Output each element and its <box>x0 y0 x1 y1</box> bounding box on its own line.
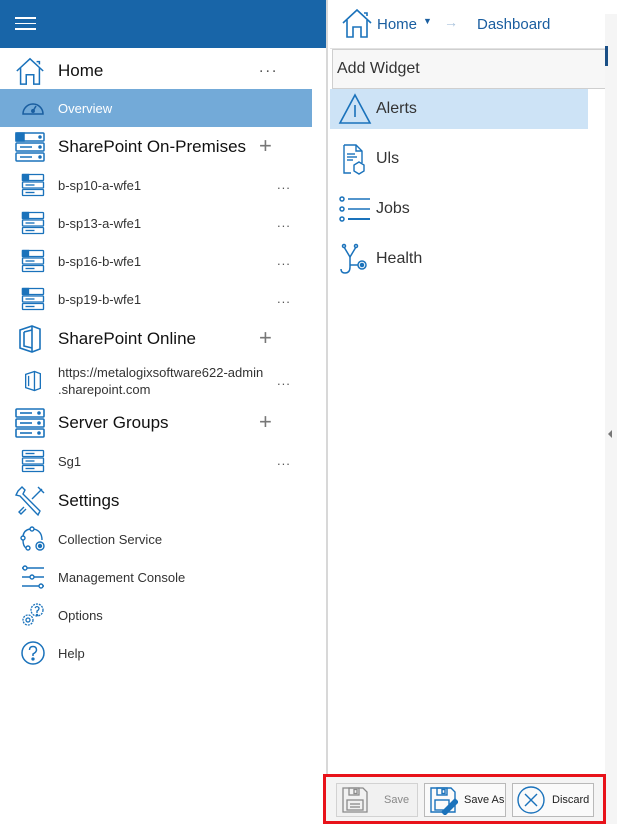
save-as-button[interactable]: Save As <box>424 783 506 817</box>
sidebar-item-settings[interactable]: Settings <box>0 482 312 520</box>
widget-item-alerts[interactable]: Alerts <box>330 89 588 129</box>
right-panel-strip <box>605 0 617 824</box>
home-icon <box>14 55 46 87</box>
more-options-button[interactable]: ... <box>277 373 291 388</box>
sidebar-item-label: Home <box>58 61 104 80</box>
sidebar-item-sharepoint-online-site[interactable]: https://metalogixsoftware622-admin .shar… <box>0 358 312 404</box>
more-options-button[interactable]: ... <box>259 59 278 77</box>
strip-top <box>605 0 617 14</box>
widget-item-label: Jobs <box>376 200 410 217</box>
office-door-icon <box>20 368 46 394</box>
more-options-button[interactable]: ... <box>277 177 291 192</box>
warning-icon <box>338 92 372 126</box>
sidebar-item-label: b-sp19-b-wfe1 <box>58 291 142 307</box>
widget-item-label: Alerts <box>376 100 417 117</box>
site-url-line-1: https://metalogixsoftware622-admin <box>58 365 264 380</box>
sidebar-item-label: SharePoint On-Premises <box>58 137 247 156</box>
sidebar-item-label: Overview <box>58 100 113 116</box>
sidebar-item-label: b-sp13-a-wfe1 <box>58 215 142 231</box>
more-options-button[interactable]: ... <box>277 215 291 230</box>
save-label: Save <box>384 794 410 806</box>
sidebar-header <box>0 0 326 48</box>
sidebar-item-help[interactable]: Help <box>0 634 312 672</box>
add-button[interactable]: + <box>259 411 272 433</box>
gears-icon <box>20 602 46 628</box>
widget-item-health[interactable]: Health <box>330 239 588 279</box>
sidebar-item-server[interactable]: b-sp13-a-wfe1 ... <box>0 204 312 242</box>
sharepoint-server-icon <box>20 286 46 312</box>
save-button[interactable]: Save <box>336 783 418 817</box>
sidebar-item-server-groups[interactable]: Server Groups + <box>0 404 312 442</box>
add-widget-header: Add Widget <box>332 49 606 89</box>
add-button[interactable]: + <box>259 327 272 349</box>
sidebar-item-label: Management Console <box>58 569 186 585</box>
help-icon <box>20 640 46 666</box>
sidebar-item-label: Sg1 <box>58 453 82 469</box>
more-options-button[interactable]: ... <box>277 253 291 268</box>
site-url-line-2: .sharepoint.com <box>58 382 151 397</box>
hamburger-icon[interactable] <box>15 17 36 31</box>
breadcrumb-home-link[interactable]: Home <box>377 16 417 33</box>
sharepoint-server-icon <box>20 172 46 198</box>
sidebar-item-home[interactable]: Home ... <box>0 52 312 90</box>
sidebar-item-overview[interactable]: Overview <box>0 89 312 127</box>
discard-button[interactable]: Discard <box>512 783 594 817</box>
sidebar-item-options[interactable]: Options <box>0 596 312 634</box>
arrow-right-icon: → <box>444 14 458 30</box>
close-circle-icon <box>517 786 545 814</box>
chevron-down-icon[interactable]: ▼ <box>423 16 432 26</box>
widget-item-label: Uls <box>376 150 400 167</box>
stethoscope-icon <box>338 242 372 276</box>
sidebar-item-collection-service[interactable]: Collection Service <box>0 520 312 558</box>
dashboard-gauge-icon <box>20 95 46 121</box>
list-icon <box>338 192 372 226</box>
sidebar: Home ... Overview SharePoint On-Premises… <box>0 0 328 824</box>
sidebar-item-label: SharePoint Online <box>58 329 196 348</box>
sidebar-item-label: b-sp16-b-wfe1 <box>58 253 142 269</box>
breadcrumb-dashboard-link[interactable]: Dashboard <box>477 16 550 33</box>
save-as-icon <box>430 787 458 815</box>
uls-log-icon <box>338 142 372 176</box>
tools-icon <box>14 485 46 517</box>
more-options-button[interactable]: ... <box>277 291 291 306</box>
breadcrumb: Home ▼ → Dashboard <box>330 0 617 48</box>
server-stack-icon <box>20 448 46 474</box>
sliders-icon <box>20 564 46 590</box>
sidebar-item-server[interactable]: b-sp16-b-wfe1 ... <box>0 242 312 280</box>
sidebar-item-server[interactable]: b-sp10-a-wfe1 ... <box>0 166 312 204</box>
sidebar-item-server-group[interactable]: Sg1 ... <box>0 442 312 480</box>
sidebar-item-server[interactable]: b-sp19-b-wfe1 ... <box>0 280 312 318</box>
collapse-arrow-icon[interactable] <box>608 430 612 438</box>
sharepoint-server-icon <box>20 248 46 274</box>
sidebar-item-label: https://metalogixsoftware622-admin .shar… <box>58 364 263 398</box>
save-as-label: Save As <box>464 794 505 806</box>
sidebar-item-label: Help <box>58 645 85 661</box>
more-options-button[interactable]: ... <box>277 453 291 468</box>
home-icon[interactable] <box>340 6 374 40</box>
sidebar-item-management-console[interactable]: Management Console <box>0 558 312 596</box>
sidebar-item-label: Collection Service <box>58 531 163 547</box>
office-door-icon <box>14 323 46 355</box>
main-panel: Home ▼ → Dashboard Add Widget Alerts Uls… <box>330 0 617 824</box>
sidebar-item-label: Server Groups <box>58 413 169 432</box>
sidebar-item-label: b-sp10-a-wfe1 <box>58 177 142 193</box>
widget-item-label: Health <box>376 250 423 267</box>
sharepoint-server-icon <box>20 210 46 236</box>
sidebar-item-sharepoint-online[interactable]: SharePoint Online + <box>0 320 312 358</box>
footer-action-bar: Save Save As Discard <box>323 774 606 824</box>
widget-item-uls[interactable]: Uls <box>330 139 588 179</box>
discard-label: Discard <box>552 794 590 806</box>
add-button[interactable]: + <box>259 135 272 157</box>
app-window: Home ... Overview SharePoint On-Premises… <box>0 0 617 824</box>
server-stack-icon <box>14 407 46 439</box>
sidebar-item-sharepoint-on-premises[interactable]: SharePoint On-Premises + <box>0 128 312 166</box>
collection-service-icon <box>20 526 46 552</box>
sidebar-item-label: Options <box>58 607 103 623</box>
sidebar-item-label: Settings <box>58 491 120 510</box>
sharepoint-server-icon <box>14 131 46 163</box>
panel-accent <box>605 46 608 66</box>
floppy-disk-icon <box>342 787 368 813</box>
widget-item-jobs[interactable]: Jobs <box>330 189 588 229</box>
